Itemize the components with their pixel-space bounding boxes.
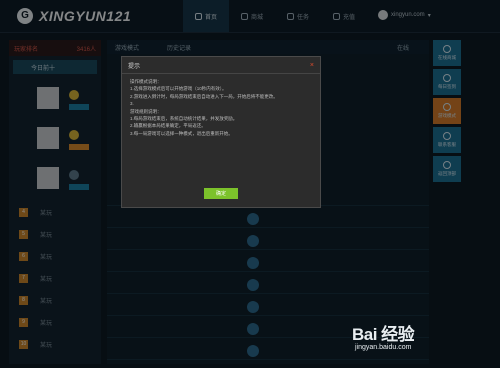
dialog-header: 提示 × [122,57,320,74]
tips-dialog: 提示 × 操作模式说明： 1.选择游戏模式后可以开始游戏（10秒内有效）。 2.… [121,56,321,208]
dialog-line: 2.输赢根据本局结果确定，平局返还。 [130,123,206,129]
dialog-line: 3. [130,101,134,107]
ok-button[interactable]: 确定 [204,188,238,199]
dialog-line: 游戏规则说明： [130,108,162,114]
dialog-body: 操作模式说明： 1.选择游戏模式后可以开始游戏（10秒内有效）。 2.游戏进入倒… [122,74,320,141]
watermark-brand: Bai 经验 [352,325,415,344]
dialog-line: 3.每一局游戏可以选择一种模式，退出后重新开始。 [130,130,233,136]
dialog-line: 操作模式说明： [130,79,162,84]
dialog-title: 提示 [128,63,141,70]
close-icon[interactable]: × [310,62,314,69]
watermark-url: jingyan.baidu.com [355,344,412,351]
dialog-line: 2.游戏进入倒计时，每局游戏结束后自动进入下一局，开始后将不能更改。 [130,93,278,99]
dialog-line: 1.每局游戏结束后，系统自动统计结果，并发放奖励。 [130,116,238,122]
dialog-line: 1.选择游戏模式后可以开始游戏（10秒内有效）。 [130,86,227,92]
baidu-watermark: Bai 经验 jingyan.baidu.com [352,320,415,351]
